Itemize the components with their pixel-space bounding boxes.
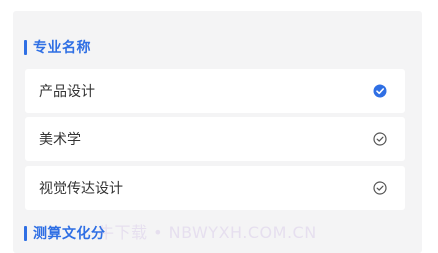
major-selection-panel: 专业名称 产品设计 美术学 视觉传达设计 测算文化分 — [13, 11, 422, 253]
section-header-major: 专业名称 — [24, 38, 91, 56]
option-label: 视觉传达设计 — [39, 181, 123, 197]
major-option-fine-arts[interactable]: 美术学 — [25, 117, 405, 161]
check-circle-outline-icon — [373, 181, 387, 195]
option-label: 产品设计 — [39, 84, 95, 100]
section-title: 测算文化分 — [33, 226, 106, 242]
section-title: 专业名称 — [33, 40, 91, 56]
major-option-product-design[interactable]: 产品设计 — [25, 69, 405, 113]
major-option-visual-communication-design[interactable]: 视觉传达设计 — [25, 166, 405, 210]
section-header-score: 测算文化分 — [24, 224, 106, 242]
section-accent-bar — [24, 39, 27, 55]
check-circle-filled-icon — [373, 84, 387, 98]
option-label: 美术学 — [39, 132, 81, 148]
section-accent-bar — [24, 225, 27, 241]
check-circle-outline-icon — [373, 132, 387, 146]
